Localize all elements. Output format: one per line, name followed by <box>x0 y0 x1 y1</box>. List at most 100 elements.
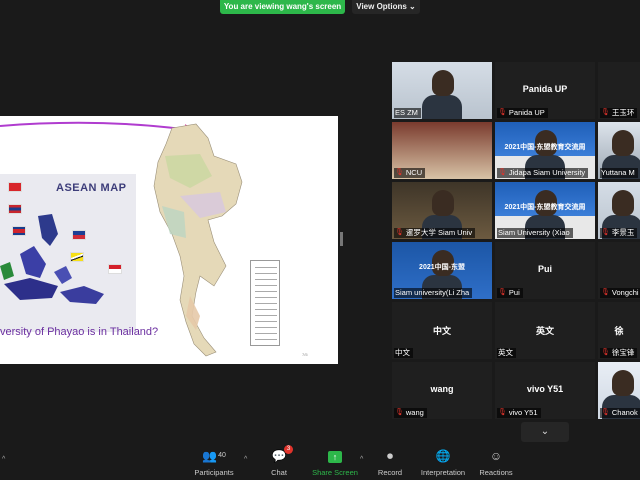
slide-page-number: 7/5 <box>302 352 308 357</box>
participant-tile[interactable]: 🎙 李景玉 <box>598 182 640 239</box>
mic-muted-icon: 🎙 <box>395 169 404 176</box>
mic-muted-icon: 🎙 <box>498 289 507 296</box>
participant-name: Jidapa Siam University <box>508 168 586 177</box>
mic-muted-icon: 🎙 <box>498 169 507 176</box>
participant-name-label: 🎙 Panida UP <box>497 108 548 118</box>
participant-name-label: ES ZM <box>394 108 421 118</box>
participant-video-figure <box>612 370 634 396</box>
participants-label: Participants <box>194 468 234 477</box>
split-resize-handle[interactable] <box>340 232 343 246</box>
participants-count: 40 <box>218 452 226 459</box>
participant-tile[interactable]: 🎙 Chanok <box>598 362 640 419</box>
participant-tile[interactable]: 徐 🎙 徐宝锋 <box>598 302 640 359</box>
share-screen-icon: ↑ <box>328 451 342 463</box>
participant-name-label: 🎙 NCU <box>394 168 426 178</box>
participant-name-label: 🎙 王玉环 <box>600 108 638 118</box>
shared-screen: ASEAN MAP versity of Phayao is in Thaila… <box>0 116 338 364</box>
mic-muted-icon: 🎙 <box>601 109 610 116</box>
participant-tile[interactable]: Yuttana M <box>598 122 640 179</box>
participants-button[interactable]: 👥40 Participants <box>184 448 244 477</box>
participant-tile[interactable]: ES ZM <box>392 62 492 119</box>
participant-name: 暹罗大学 Siam Univ <box>405 228 473 237</box>
participant-name: 徐宝锋 <box>611 348 635 357</box>
participant-name: 中文 <box>395 348 410 357</box>
participant-name-label: 🎙 wang <box>394 408 427 418</box>
participant-name-label: 🎙 徐宝锋 <box>600 348 638 358</box>
participant-tile[interactable]: 2021中国-东盟 Siam university(Li Zha <box>392 242 492 299</box>
participant-video-figure <box>432 190 454 216</box>
participant-name: wang <box>405 408 424 417</box>
reactions-button[interactable]: ☺ Reactions <box>466 448 526 477</box>
viewing-screen-banner: You are viewing wang's screen <box>220 0 345 14</box>
participant-name-label: 🎙 暹罗大学 Siam Univ <box>394 228 476 238</box>
participant-display-name: 中文 <box>432 326 451 336</box>
participant-display-name: Pui <box>537 264 552 274</box>
participant-video-figure <box>612 130 634 156</box>
record-label: Record <box>377 468 403 477</box>
participant-name-label: 🎙 李景玉 <box>600 228 638 238</box>
participant-video-banner: 2021中国-东盟教育交流周 <box>504 204 586 211</box>
participants-icon: 👥 <box>202 449 218 463</box>
record-icon: ⏺ <box>386 449 393 463</box>
audio-options-caret-icon[interactable]: ^ <box>2 456 5 463</box>
mic-muted-icon: 🎙 <box>498 409 507 416</box>
record-button[interactable]: ⏺ Record <box>360 448 420 477</box>
participant-name: 英文 <box>498 348 513 357</box>
participant-tile[interactable]: Pui 🎙 Pui <box>495 242 595 299</box>
interpretation-button[interactable]: 🌐 Interpretation <box>413 448 473 477</box>
asean-region-map <box>0 214 104 304</box>
participant-name-label: 🎙 vivo Y51 <box>497 408 541 418</box>
participant-tile[interactable]: 🎙 NCU <box>392 122 492 179</box>
mic-muted-icon: 🎙 <box>498 109 507 116</box>
participant-name: Siam university(Li Zha <box>395 288 470 297</box>
mic-muted-icon: 🎙 <box>601 289 610 296</box>
participant-name-label: Siam University (Xiao <box>497 228 573 238</box>
participant-tile[interactable]: vivo Y51 🎙 vivo Y51 <box>495 362 595 419</box>
participant-name: vivo Y51 <box>508 408 538 417</box>
participant-tile[interactable]: 🎙 Vongchi <box>598 242 640 299</box>
participant-name-label: 🎙 Pui <box>497 288 523 298</box>
mic-muted-icon: 🎙 <box>601 409 610 416</box>
participant-name-label: 英文 <box>497 348 516 358</box>
map-legend <box>250 260 280 346</box>
share-screen-button[interactable]: ↑ Share Screen <box>305 448 365 477</box>
share-screen-label: Share Screen <box>312 468 358 477</box>
asean-map-card: ASEAN MAP <box>0 174 136 332</box>
chat-label: Chat <box>271 468 287 477</box>
participant-name-label: 🎙 Chanok <box>600 408 640 418</box>
mic-muted-icon: 🎙 <box>601 229 610 236</box>
participant-name: Chanok <box>611 408 638 417</box>
participant-display-name: vivo Y51 <box>526 384 564 394</box>
participant-name: NCU <box>405 168 423 177</box>
gallery-scroll-down-button[interactable]: ⌄ <box>521 422 569 442</box>
chat-button[interactable]: 💬 3 Chat <box>249 445 309 477</box>
participant-tile[interactable]: wang 🎙 wang <box>392 362 492 419</box>
participant-display-name: wang <box>430 384 454 394</box>
reactions-icon: ☺ <box>489 449 503 463</box>
meeting-toolbar: ^ 👥40 Participants ^ 💬 3 Chat ↑ Share Scr… <box>0 444 640 480</box>
participant-tile[interactable]: 🎙 暹罗大学 Siam Univ <box>392 182 492 239</box>
participant-name: Yuttana M <box>601 168 635 177</box>
participant-video-body <box>422 95 462 119</box>
participant-name: Vongchi <box>611 288 639 297</box>
participant-tile[interactable]: Panida UP 🎙 Panida UP <box>495 62 595 119</box>
mic-muted-icon: 🎙 <box>395 229 404 236</box>
participant-name-label: 中文 <box>394 348 413 358</box>
participants-caret-icon[interactable]: ^ <box>244 456 247 463</box>
participant-name: ES ZM <box>395 108 418 117</box>
participant-name: Panida UP <box>508 108 545 117</box>
participant-display-name: 英文 <box>535 326 554 336</box>
slide-question: versity of Phayao is in Thailand? <box>0 326 159 338</box>
participant-tile[interactable]: 英文 英文 <box>495 302 595 359</box>
participant-tile[interactable]: 2021中国-东盟教育交流周 Siam University (Xiao <box>495 182 595 239</box>
participant-video-figure <box>612 190 634 216</box>
participant-tile[interactable]: 中文 中文 <box>392 302 492 359</box>
view-options-button[interactable]: View Options ⌄ <box>352 0 420 14</box>
participant-tile[interactable]: 🎙 王玉环 <box>598 62 640 119</box>
participant-video-figure <box>432 70 454 96</box>
participant-name: Siam University (Xiao <box>498 228 570 237</box>
participant-name-label: 🎙 Jidapa Siam University <box>497 168 589 178</box>
participant-name: 王玉环 <box>611 108 635 117</box>
participant-tile[interactable]: 2021中国-东盟教育交流周 🎙 Jidapa Siam University <box>495 122 595 179</box>
participant-display-name: Panida UP <box>522 84 568 94</box>
